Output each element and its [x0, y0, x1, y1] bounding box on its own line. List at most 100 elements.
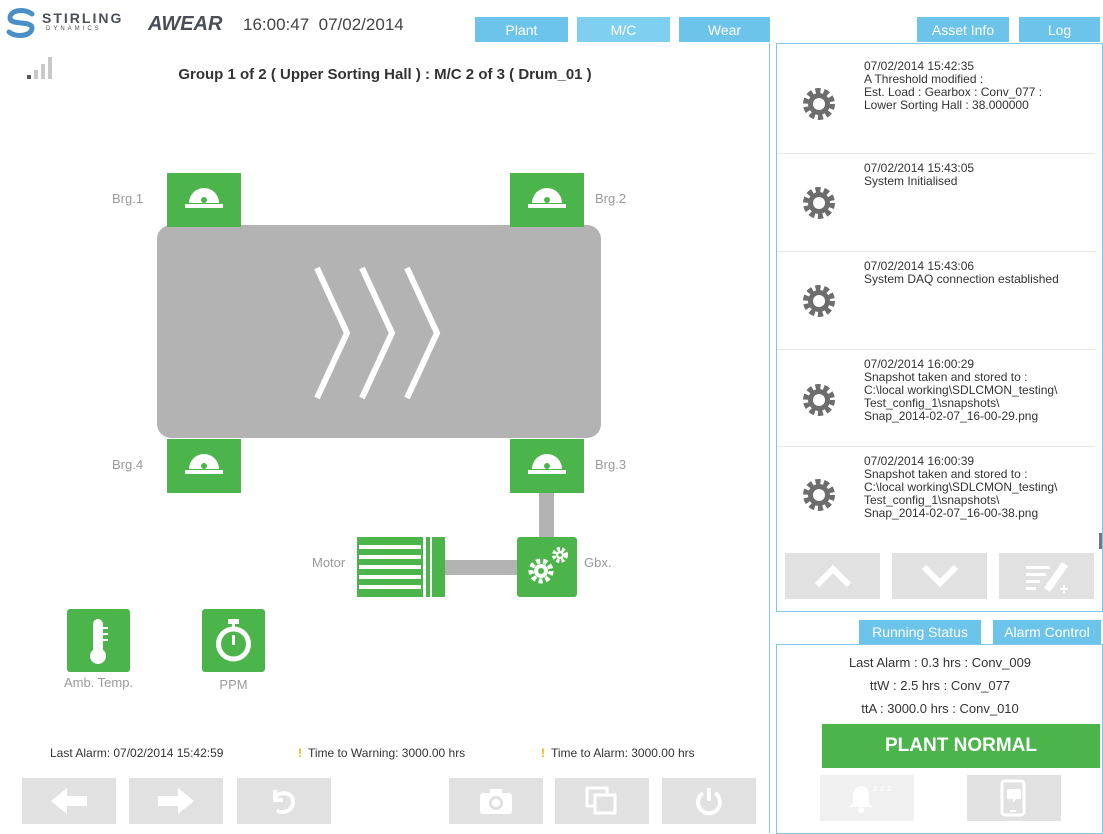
- snapshot-button[interactable]: [449, 778, 543, 824]
- last-alarm-text: Last Alarm: 07/02/2014 15:42:59: [50, 746, 224, 760]
- bearing-1[interactable]: [167, 173, 241, 227]
- power-icon: [696, 788, 722, 816]
- warning-icon: !: [541, 746, 545, 760]
- log-entry-text: 07/02/2014 16:00:39 Snapshot taken and s…: [864, 455, 1094, 520]
- motor-icon: [357, 537, 445, 597]
- bearing-3[interactable]: [510, 439, 584, 493]
- tab-log[interactable]: Log: [1019, 17, 1100, 42]
- previous-button[interactable]: [22, 778, 116, 824]
- machine-title: Group 1 of 2 ( Upper Sorting Hall ) : M/…: [178, 66, 592, 83]
- bearing-1-label: Brg.1: [112, 191, 144, 206]
- bearing-4[interactable]: [167, 439, 241, 493]
- snooze-alarm-button[interactable]: z z z: [820, 775, 914, 821]
- tab-running-status[interactable]: Running Status: [859, 620, 981, 644]
- log-entry-text: 07/02/2014 15:42:35 A Threshold modified…: [864, 60, 1094, 112]
- windows-icon: [585, 786, 617, 815]
- header-clock: 16:00:47 07/02/2014: [243, 15, 404, 35]
- chevron-down-icon: [921, 564, 958, 588]
- log-entry[interactable]: 07/02/2014 15:43:06 System DAQ connectio…: [777, 252, 1095, 350]
- log-timestamp: 07/02/2014 15:42:35: [864, 59, 975, 73]
- logo-subtext: DYNAMICS: [46, 26, 102, 32]
- motor[interactable]: [357, 537, 445, 597]
- gear-icon: [803, 384, 835, 416]
- thermometer-icon: [90, 619, 108, 664]
- log-message: Snapshot taken and stored to : C:\local …: [864, 467, 1058, 520]
- ppm-sensor[interactable]: [202, 609, 265, 672]
- gears-icon: [528, 547, 568, 584]
- logo-text: STIRLING: [42, 10, 124, 26]
- gearbox-label: Gbx.: [584, 555, 612, 570]
- log-entry[interactable]: 07/02/2014 15:42:35 A Threshold modified…: [777, 52, 1095, 154]
- logo-icon: [6, 8, 35, 38]
- gear-icon: [803, 479, 835, 511]
- ppm-label: PPM: [219, 677, 248, 692]
- bearing-2-label: Brg.2: [595, 191, 627, 206]
- log-message: A Threshold modified : Est. Load : Gearb…: [864, 72, 1043, 112]
- header-date: 07/02/2014: [318, 15, 404, 34]
- chevron-up-icon: [814, 564, 851, 588]
- tab-wear[interactable]: Wear: [679, 17, 770, 42]
- camera-icon: [480, 789, 512, 814]
- log-entry[interactable]: 07/02/2014 16:00:39 Snapshot taken and s…: [777, 447, 1095, 545]
- log-entry[interactable]: 07/02/2014 16:00:29 Snapshot taken and s…: [777, 350, 1095, 447]
- tab-plant[interactable]: Plant: [475, 17, 568, 42]
- arrow-left-icon: [51, 788, 87, 814]
- tab-alarm-control[interactable]: Alarm Control: [993, 620, 1101, 644]
- log-entry-text: 07/02/2014 15:43:06 System DAQ connectio…: [864, 260, 1094, 286]
- log-timestamp: 07/02/2014 16:00:39: [864, 454, 975, 468]
- tab-mc[interactable]: M/C: [577, 17, 670, 42]
- snooze-zzz-text: z z z: [873, 783, 892, 793]
- gearbox[interactable]: [517, 537, 577, 597]
- bearing-icon: [185, 188, 223, 208]
- gear-icon: [803, 88, 835, 120]
- tab-asset-info[interactable]: Asset Info: [917, 17, 1009, 42]
- log-timestamp: 07/02/2014 15:43:06: [864, 259, 975, 273]
- undo-button[interactable]: [237, 778, 331, 824]
- main-panel: [21, 43, 770, 833]
- next-button[interactable]: [129, 778, 223, 824]
- log-message: Snapshot taken and stored to : C:\local …: [864, 370, 1058, 423]
- app-title: AWEAR: [148, 13, 223, 35]
- gear-icon: [803, 285, 835, 317]
- mobile-alert-button[interactable]: [967, 775, 1061, 821]
- log-entry-text: 07/02/2014 15:43:05 System Initialised: [864, 162, 1094, 188]
- time-to-warning: ! Time to Warning: 3000.00 hrs: [298, 746, 465, 760]
- ambient-temp-label: Amb. Temp.: [63, 675, 134, 690]
- bearing-icon: [528, 454, 566, 474]
- edit-note-icon: [1025, 562, 1068, 593]
- log-timestamp: 07/02/2014 15:43:05: [864, 161, 975, 175]
- header-time: 16:00:47: [243, 15, 310, 34]
- power-button[interactable]: [662, 778, 756, 824]
- time-to-warning-text: Time to Warning: 3000.00 hrs: [308, 746, 466, 760]
- log-message: System Initialised: [864, 174, 958, 188]
- tta-summary: ttA : 3000.0 hrs : Conv_010: [861, 701, 1019, 716]
- undo-icon: [273, 790, 296, 814]
- arrow-right-icon: [158, 788, 194, 814]
- warning-icon: !: [298, 746, 302, 760]
- motor-shaft: [445, 560, 520, 575]
- stopwatch-icon: [216, 619, 251, 662]
- mobile-message-icon: [1000, 779, 1026, 817]
- bearing-2[interactable]: [510, 173, 584, 227]
- bearing-icon: [528, 188, 566, 208]
- gear-icon: [803, 187, 835, 219]
- bearing-3-label: Brg.3: [595, 457, 627, 472]
- bearing-icon: [185, 454, 223, 474]
- log-scrollbar[interactable]: [1099, 533, 1102, 549]
- windows-button[interactable]: [555, 778, 649, 824]
- log-scroll-down-button[interactable]: [892, 553, 987, 599]
- log-add-note-button[interactable]: [999, 553, 1094, 599]
- time-to-alarm: ! Time to Alarm: 3000.00 hrs: [541, 746, 695, 760]
- log-entry-text: 07/02/2014 16:00:29 Snapshot taken and s…: [864, 358, 1094, 423]
- plant-state-banner: PLANT NORMAL: [822, 724, 1100, 768]
- log-scroll-up-button[interactable]: [785, 553, 880, 599]
- motor-label: Motor: [312, 555, 346, 570]
- log-message: System DAQ connection established: [864, 272, 1059, 286]
- log-entry[interactable]: 07/02/2014 15:43:05 System Initialised: [777, 154, 1095, 252]
- gbx-shaft-vertical: [539, 490, 554, 540]
- drum-body[interactable]: [157, 225, 601, 438]
- log-timestamp: 07/02/2014 16:00:29: [864, 357, 975, 371]
- ttw-summary: ttW : 2.5 hrs : Conv_077: [869, 678, 1011, 693]
- ambient-temp-sensor[interactable]: [67, 609, 130, 672]
- bearing-4-label: Brg.4: [112, 457, 144, 472]
